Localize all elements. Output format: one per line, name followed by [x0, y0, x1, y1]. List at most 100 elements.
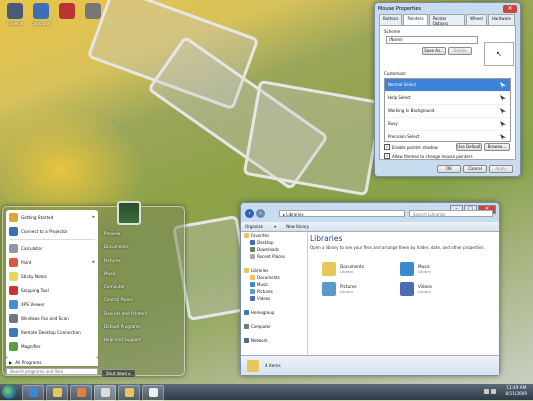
desktop-icon[interactable]: Ravelox	[3, 3, 27, 26]
pointer-row[interactable]: Precision Select	[385, 131, 510, 141]
apply-button[interactable]: Apply	[489, 165, 513, 173]
volume-icon[interactable]	[491, 389, 496, 394]
pointer-row[interactable]: Busy	[385, 118, 510, 131]
scheme-select[interactable]: (None)	[386, 36, 478, 44]
start-search-input[interactable]: Search programs and files	[6, 368, 98, 375]
pointers-panel: Scheme (None) Save As... Delete ↖ Custom…	[379, 25, 516, 160]
checkbox-label: Allow themes to change mouse pointers	[392, 153, 473, 159]
ie-icon	[28, 388, 38, 397]
start-menu-place[interactable]: Devices and Printers	[101, 307, 179, 320]
item-count: 4 items	[265, 363, 281, 368]
pointer-name: Precision Select	[388, 134, 420, 139]
pointer-row[interactable]: Working In Background	[385, 105, 510, 118]
navigation-pane: Favorites Desktop Downloads Recent Places Li…	[241, 232, 308, 355]
explorer-window: – □ ✕ ‹ › ▸ Libraries Search Libraries O…	[240, 202, 500, 376]
forward-button[interactable]: ›	[256, 209, 265, 218]
cancel-button[interactable]: Cancel	[463, 165, 487, 173]
start-menu-place[interactable]: Music	[101, 267, 179, 280]
start-menu-place[interactable]: Preview	[101, 227, 179, 240]
nav-item[interactable]: Recent Places	[241, 253, 307, 260]
all-programs-link[interactable]: ▶ All Programs	[6, 358, 98, 366]
library-item[interactable]: Documents Library	[322, 260, 382, 278]
nav-icon	[244, 268, 249, 273]
taskbar-libraries[interactable]	[118, 385, 140, 401]
start-menu-item[interactable]: Sticky Notes	[6, 269, 98, 283]
start-menu-item-label: Snipping Tool	[21, 287, 49, 293]
taskbar-explorer[interactable]	[46, 385, 68, 401]
nav-item[interactable]: Computer	[241, 323, 307, 330]
pointer-list[interactable]: Normal Select Help Select Working In Bac…	[384, 78, 511, 142]
start-menu-item-label: Windows Fax and Scan	[21, 315, 69, 321]
new-library-button[interactable]: New library	[286, 224, 309, 229]
save-as-button[interactable]: Save As...	[422, 47, 446, 55]
pointer-row[interactable]: Help Select	[385, 92, 510, 105]
organize-button[interactable]: Organize ▾	[245, 224, 276, 229]
nav-item[interactable]: Desktop	[241, 239, 307, 246]
start-menu-places: Preview Documents Pictures Music Computer Con…	[101, 227, 179, 347]
pointer-row[interactable]: Normal Select	[385, 79, 510, 92]
mouse-properties-titlebar[interactable]: Mouse Properties ✕	[375, 3, 520, 14]
nav-item[interactable]: Homegroup	[241, 309, 307, 316]
media-icon	[76, 388, 86, 397]
start-menu-place[interactable]: Control Panel	[101, 293, 179, 306]
nav-item[interactable]: Documents	[241, 274, 307, 281]
user-picture[interactable]	[117, 201, 141, 225]
nav-icon	[250, 289, 255, 294]
desktop-icon[interactable]	[55, 3, 79, 21]
start-menu-place[interactable]: Documents	[101, 240, 179, 253]
start-menu-item[interactable]: Windows Fax and Scan	[6, 311, 98, 325]
enable-shadow-checkbox[interactable]: ✓ Enable pointer shadow	[384, 144, 438, 150]
use-default-button[interactable]: Use Default	[456, 143, 482, 151]
start-button[interactable]	[2, 385, 16, 399]
start-menu-item[interactable]: Remote Desktop Connection	[6, 325, 98, 339]
nav-item[interactable]: Libraries	[241, 267, 307, 274]
allow-themes-checkbox[interactable]: ✓ Allow themes to change mouse pointers	[384, 153, 473, 159]
scheme-label: Scheme	[384, 29, 401, 34]
taskbar-mouse-properties[interactable]	[94, 385, 116, 401]
nav-item[interactable]: Pictures	[241, 288, 307, 295]
taskbar-ie[interactable]	[22, 385, 44, 401]
start-menu-place[interactable]: Computer	[101, 280, 179, 293]
address-bar[interactable]: ▸ Libraries	[279, 210, 405, 217]
content-pane: Libraries Open a library to see your fil…	[308, 232, 499, 355]
nav-icon	[250, 254, 255, 259]
nav-item[interactable]: Network	[241, 337, 307, 344]
shortcut-icon	[33, 3, 49, 19]
network-icon[interactable]	[484, 389, 489, 394]
search-input[interactable]: Search Libraries	[409, 210, 493, 217]
start-menu-place[interactable]: Help and Support	[101, 333, 179, 346]
browse-button[interactable]: Browse...	[484, 143, 510, 151]
library-item[interactable]: Music Library	[400, 260, 460, 278]
shutdown-button[interactable]: Shut down ▸	[101, 369, 136, 378]
start-menu-item[interactable]: Snipping Tool	[6, 283, 98, 297]
start-menu-item[interactable]: Connect to a Projector	[6, 224, 98, 238]
nav-item-label: Documents	[257, 275, 280, 280]
library-item[interactable]: Pictures Library	[322, 280, 382, 298]
nav-item[interactable]: Videos	[241, 295, 307, 302]
library-icon	[400, 262, 414, 276]
close-button[interactable]: ✕	[503, 4, 517, 13]
start-menu-item[interactable]: Calculator	[6, 241, 98, 255]
start-menu-programs: Getting Started ▸ Connect to a Projector Ca…	[6, 210, 98, 358]
start-menu-item[interactable]: XPS Viewer	[6, 297, 98, 311]
start-menu-item[interactable]: Getting Started ▸	[6, 210, 98, 224]
back-button[interactable]: ‹	[245, 209, 254, 218]
desktop-icon[interactable]: Computer	[29, 3, 53, 26]
ok-button[interactable]: OK	[437, 165, 461, 173]
nav-icon	[250, 275, 255, 280]
nav-item[interactable]: Music	[241, 281, 307, 288]
taskbar-media-player[interactable]	[70, 385, 92, 401]
clock[interactable]: 11:49 AM 8/11/2009	[506, 385, 527, 397]
nav-item[interactable]: Favorites	[241, 232, 307, 239]
nav-item-label: Pictures	[257, 289, 273, 294]
start-menu-place[interactable]: Pictures	[101, 254, 179, 267]
nav-item[interactable]: Downloads	[241, 246, 307, 253]
start-menu-place[interactable]: Default Programs	[101, 320, 179, 333]
start-menu-item[interactable]: Paint ▸	[6, 255, 98, 269]
start-menu-item[interactable]: Magnifier	[6, 339, 98, 353]
checkbox-icon: ✓	[384, 153, 390, 159]
delete-button[interactable]: Delete	[448, 47, 472, 55]
library-item[interactable]: Videos Library	[400, 280, 460, 298]
taskbar-mouse[interactable]	[142, 385, 164, 401]
desktop-icon[interactable]	[81, 3, 105, 21]
